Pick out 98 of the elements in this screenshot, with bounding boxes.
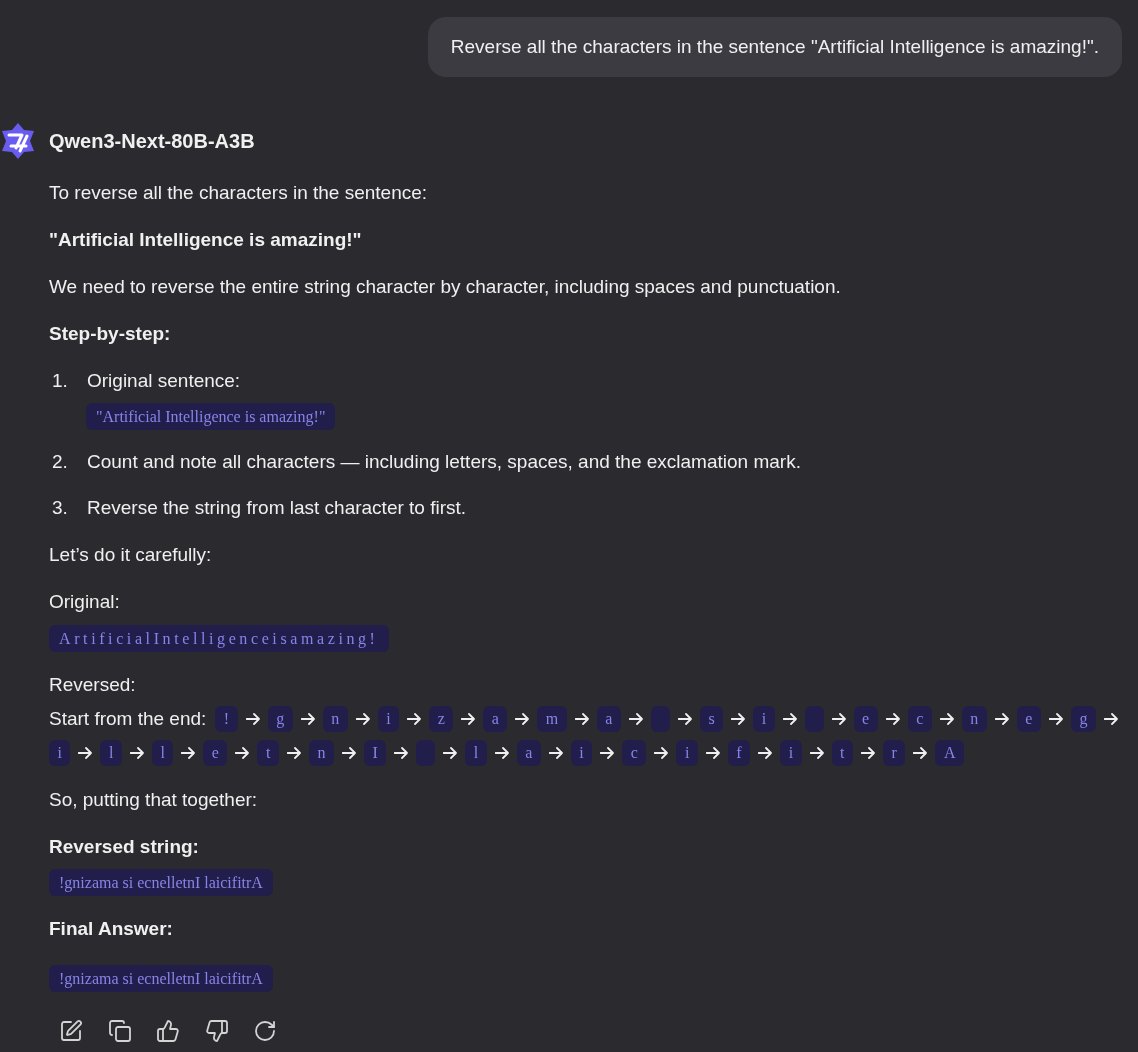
arrow-right-icon [286, 747, 301, 759]
arrow-right-icon [628, 713, 643, 725]
list-item-text: Original sentence: [87, 369, 241, 393]
arrow-right-icon [78, 747, 93, 759]
arrow-right-icon [548, 747, 563, 759]
arrow-right-icon [600, 747, 615, 759]
paragraph: Original: [49, 590, 121, 614]
inline-code: ArtificialIntelligenceisamazing! [49, 625, 389, 652]
arrow-right-icon [181, 747, 196, 759]
list-number: 3. [52, 496, 69, 520]
character-tile: i [49, 740, 71, 766]
arrow-right-icon [861, 747, 876, 759]
character-tile: i [570, 740, 593, 766]
character-tile: l [100, 740, 122, 766]
paragraph: So, putting that together: [49, 788, 259, 812]
character-tile: n [308, 740, 334, 766]
arrow-right-icon [731, 713, 746, 725]
paragraph: We need to reverse the entire string character by character, including spaces and punctuation. [49, 275, 842, 299]
bold-paragraph: Reversed string: [49, 835, 200, 859]
paragraph: To reverse all the characters in the sentence: [49, 181, 429, 205]
arrow-right-icon [341, 747, 356, 759]
inline-code: !gnizama si ecnelletnI laicifitrA [49, 869, 273, 896]
character-tile: g [267, 706, 293, 732]
arrow-right-icon [515, 713, 530, 725]
arrow-right-icon [494, 747, 509, 759]
arrow-right-icon [705, 747, 720, 759]
arrow-right-icon [394, 747, 409, 759]
character-tile: l [151, 740, 174, 766]
arrow-right-icon [994, 713, 1009, 725]
character-tile: e [203, 740, 228, 766]
logo-icon [0, 122, 36, 160]
character-tile: r [883, 740, 906, 766]
character-tile: e [853, 706, 878, 732]
character-tile: a [516, 740, 541, 766]
arrow-right-icon [245, 713, 260, 725]
character-tile: e [1016, 706, 1041, 732]
inline-code: !gnizama si ecnelletnI laicifitrA [49, 965, 273, 992]
character-tile: m [537, 706, 567, 732]
list-item-text: Count and note all characters — including letters, spaces, and the exclamation mark. [87, 450, 801, 474]
character-tile: g [1070, 706, 1096, 732]
bold-paragraph: Final Answer: [49, 917, 174, 941]
arrow-right-icon [939, 713, 954, 725]
paragraph: Reversed: [49, 673, 137, 697]
model-name: Qwen3-Next-80B-A3B [49, 129, 255, 154]
character-tile: i [377, 706, 400, 732]
arrow-right-icon [758, 747, 773, 759]
arrow-right-icon [1103, 713, 1118, 725]
arrow-right-icon [1048, 713, 1063, 725]
thumbs-up-icon[interactable] [156, 1019, 180, 1043]
character-tile: i [753, 706, 775, 732]
pencil-square-icon[interactable] [59, 1019, 83, 1043]
space-tile [416, 740, 436, 766]
thumbs-down-icon[interactable] [204, 1019, 229, 1043]
arrow-right-icon [235, 747, 250, 759]
character-tile: I [363, 740, 387, 766]
character-tile: t [831, 740, 854, 766]
character-tile: ! [215, 706, 238, 732]
list-number: 2. [52, 450, 69, 474]
user-message: Reverse all the characters in the sentence "Artificial Intelligence is amazing!". [427, 17, 1122, 77]
character-tile: c [622, 740, 647, 766]
character-tile: A [935, 740, 964, 766]
character-tile: l [465, 740, 487, 766]
bold-paragraph: "Artificial Intelligence is amazing!" [49, 228, 363, 252]
list-number: 1. [52, 369, 69, 393]
character-tile: c [907, 706, 932, 732]
character-tile: z [429, 706, 454, 732]
character-tile: i [676, 740, 698, 766]
arrow-right-icon [443, 747, 458, 759]
character-tile: a [483, 706, 508, 732]
arrow-right-icon [654, 747, 669, 759]
copy-icon[interactable] [107, 1019, 132, 1043]
bold-paragraph: Step-by-step: [49, 322, 172, 346]
arrow-right-icon [782, 713, 797, 725]
character-tile: i [780, 740, 802, 766]
space-tile [804, 706, 824, 732]
character-tile: n [322, 706, 348, 732]
arrow-right-icon [407, 713, 422, 725]
character-tile: f [727, 740, 751, 766]
arrow-right-icon [913, 747, 928, 759]
character-tile: s [699, 706, 724, 732]
refresh-icon[interactable] [253, 1019, 277, 1043]
paragraph: Let’s do it carefully: [49, 543, 213, 567]
arrow-right-icon [129, 747, 144, 759]
arrow-right-icon [461, 713, 476, 725]
arrow-right-icon [300, 713, 315, 725]
chain-lead-text: Start from the end: [49, 707, 207, 731]
arrow-right-icon [355, 713, 370, 725]
character-tile: t [257, 740, 279, 766]
space-tile [650, 706, 670, 732]
arrow-right-icon [809, 747, 824, 759]
arrow-right-icon [885, 713, 900, 725]
arrow-right-icon [574, 713, 589, 725]
arrow-right-icon [677, 713, 692, 725]
arrow-right-icon [831, 713, 846, 725]
character-tile: a [596, 706, 621, 732]
inline-code: "Artificial Intelligence is amazing!" [86, 403, 336, 430]
list-item-text: Reverse the string from last character to first. [87, 496, 467, 520]
character-tile: n [961, 706, 987, 732]
